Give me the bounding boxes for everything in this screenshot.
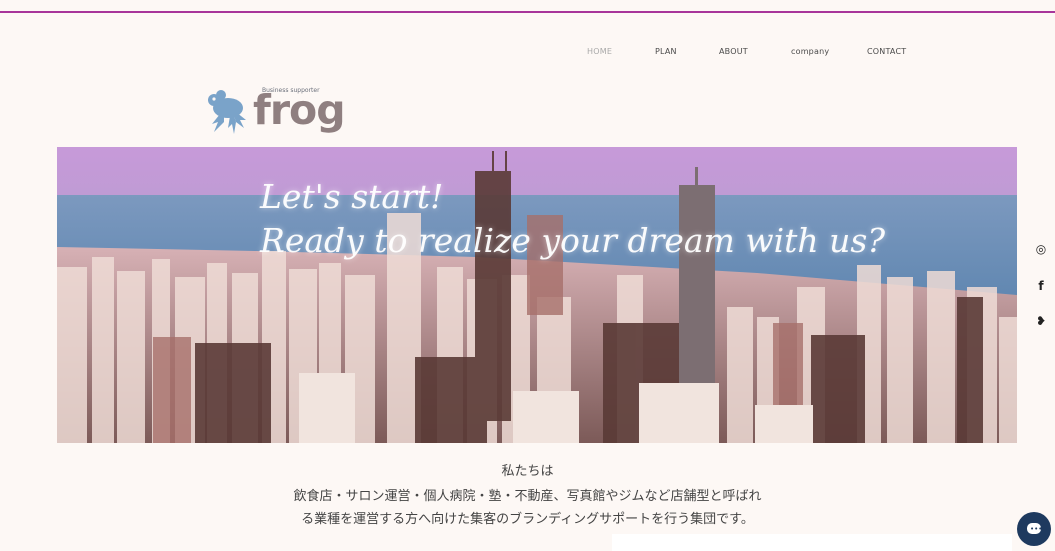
intro-line-2: 飲食店・サロン運営・個人病院・塾・不動産、写真館やジムなど店舗型と呼ばれ: [293, 489, 762, 504]
main-nav: HOME PLAN ABOUT company CONTACT: [0, 47, 1055, 61]
city-skyline-image: [57, 147, 1017, 443]
intro-line-3: る業種を運営する方へ向けた集客のブランディングサポートを行う集団です。: [301, 512, 754, 527]
top-accent-line: [0, 11, 1055, 13]
nav-about[interactable]: ABOUT: [719, 47, 748, 56]
frog-icon: [208, 90, 246, 134]
logo-wordmark: frog: [253, 86, 346, 134]
facebook-icon[interactable]: f: [1033, 279, 1049, 293]
chat-icon: •••: [1030, 525, 1043, 533]
hero-headline-1: Let's start!: [260, 177, 444, 216]
chat-button[interactable]: •••: [1017, 512, 1051, 546]
nav-company[interactable]: company: [791, 47, 829, 56]
intro-line-1: 私たちは: [501, 464, 554, 479]
instagram-icon[interactable]: ◎: [1033, 242, 1049, 256]
site-logo[interactable]: Business supporter frog: [200, 84, 360, 140]
bottom-panel: [612, 534, 1012, 551]
hero-headline-2: Ready to realize your dream with us?: [260, 221, 886, 260]
twitter-icon[interactable]: ❥: [1033, 314, 1049, 328]
hero-banner: Let's start! Ready to realize your dream…: [57, 147, 1017, 443]
nav-plan[interactable]: PLAN: [655, 47, 677, 56]
nav-home[interactable]: HOME: [587, 47, 612, 56]
nav-contact[interactable]: CONTACT: [867, 47, 906, 56]
